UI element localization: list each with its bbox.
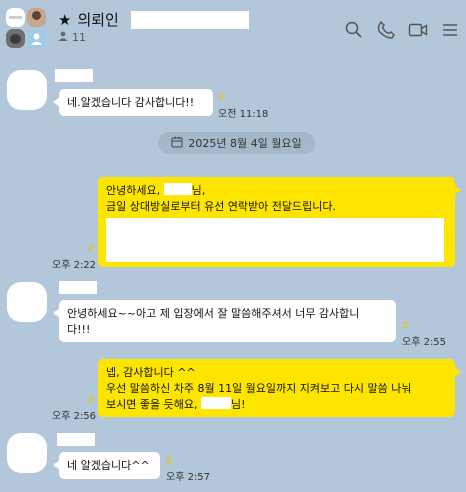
chat-header: ★ 의뢰인 11 [0,0,466,52]
message-time: 오전 11:18 [218,109,269,120]
message-time: 오후 2:56 [52,411,97,422]
unread-count: 2 [88,244,94,253]
redacted-sender-name [55,69,93,82]
date-divider: 2025년 8월 4일 월요일 [158,132,315,154]
message-time: 오후 2:22 [52,260,97,271]
member-count-label: 11 [72,31,86,44]
message-time: 오후 2:57 [166,472,211,483]
video-call-icon[interactable] [408,20,428,40]
message-bubble[interactable]: 안녕하세요, 님, 금일 상대방실로부터 유선 연락받아 전달드립니다. [98,177,461,267]
message-text: 보시면 좋을 듯해요, [106,398,198,411]
avatar [27,8,46,27]
chat-title: 의뢰인 [77,11,119,29]
message-text: 안녕하세요, [106,184,161,197]
message-text: 안녕하세요~~아고 제 입장에서 잘 말씀해주셔서 너무 감사합니 [67,307,360,320]
redacted-name [130,11,249,29]
message-bubble[interactable]: 넵, 감사합니다 ^^ 우선 말씀하신 차주 8월 11일 월요일까지 지켜보고… [98,359,461,417]
message-text: 금일 상대방실로부터 유선 연락받아 전달드립니다. [106,200,337,213]
avatar [6,8,25,27]
sender-avatar[interactable] [7,433,47,473]
message-bubble[interactable]: 안녕하세요~~아고 제 입장에서 잘 말씀해주셔서 너무 감사합니 다!!! [53,300,396,342]
redacted-content [106,218,444,262]
message-bubble[interactable]: 네 알겠습니다^^ [53,452,160,479]
message-text: 넵, 감사합니다 ^^ [106,366,196,379]
search-icon[interactable] [344,20,364,40]
date-divider-label: 2025년 8월 4일 월요일 [188,137,302,150]
avatar [6,29,25,48]
message-time: 오후 2:55 [402,337,447,348]
favorite-star-icon[interactable]: ★ [58,11,71,29]
redacted-sender-name [57,433,95,446]
avatar [27,29,46,48]
member-count[interactable]: 11 [58,31,86,44]
message-text: 님, [191,184,206,197]
unread-count: 2 [166,456,172,465]
message-text: 네.알겠습니다 감사합니다!! [67,96,195,109]
person-icon [58,31,68,44]
message-bubble[interactable]: 네.알겠습니다 감사합니다!! [53,89,213,116]
message-text: 다!!! [67,323,91,336]
sender-avatar[interactable] [7,282,47,322]
redacted-name [200,397,231,409]
sender-avatar[interactable] [7,70,47,110]
redacted-sender-name [59,281,97,294]
unread-count: 2 [402,321,408,330]
message-text: 네 알겠습니다^^ [67,459,150,472]
message-text: 우선 말씀하신 차주 8월 11일 월요일까지 지켜보고 다시 말씀 나눠 [106,382,412,395]
unread-count: 2 [218,93,224,102]
menu-icon[interactable] [440,20,460,40]
redacted-name [163,183,192,195]
calendar-icon [171,136,183,151]
phone-call-icon[interactable] [376,20,396,40]
group-avatar[interactable] [6,8,46,48]
message-text: 님! [230,398,246,411]
unread-count: 2 [88,395,94,404]
